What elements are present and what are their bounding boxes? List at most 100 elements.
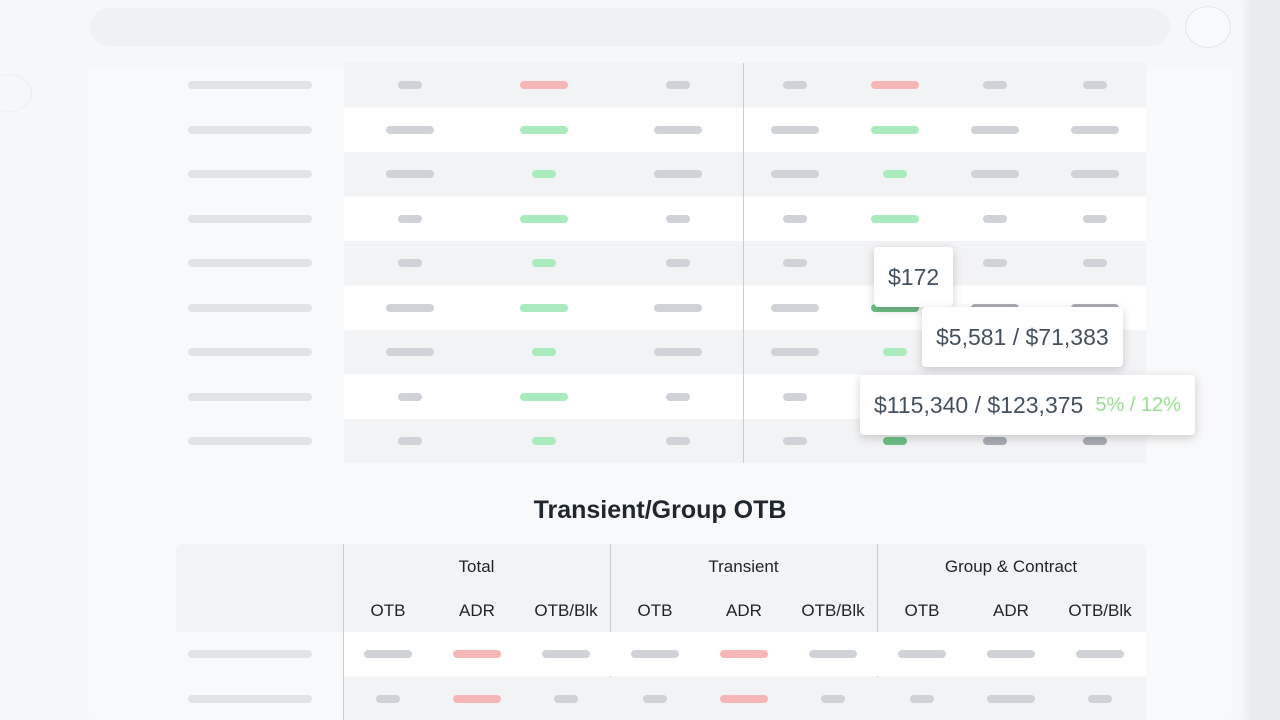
row-background — [344, 107, 1146, 152]
cell-placeholder — [720, 650, 768, 658]
cell-placeholder — [666, 214, 690, 223]
cell-placeholder — [398, 81, 422, 89]
subheader-otb-blk: OTB/Blk — [1068, 601, 1132, 620]
row-label-placeholder — [188, 259, 312, 267]
subheader-adr: ADR — [726, 601, 762, 620]
cell-placeholder — [386, 125, 434, 134]
rate-tooltip: $172 — [874, 247, 954, 307]
cell-placeholder — [520, 392, 568, 401]
subheader-otb-blk: OTB/Blk — [801, 601, 865, 620]
subheader-adr: ADR — [459, 601, 495, 620]
row-background — [344, 63, 1146, 107]
row-label-placeholder — [188, 392, 312, 401]
row-background — [344, 152, 1146, 196]
cell-placeholder — [453, 694, 501, 703]
cell-placeholder — [643, 694, 667, 703]
cell-placeholder — [532, 259, 556, 267]
table-row — [176, 152, 1146, 196]
revenue-tooltip-a-value: $5,581 / $71,383 — [936, 323, 1109, 350]
group-header-group-contract: Group & Contract — [944, 557, 1078, 576]
row-label-placeholder — [188, 437, 312, 445]
table-row — [176, 241, 1146, 285]
cell-placeholder — [376, 694, 400, 703]
cell-placeholder — [783, 437, 807, 445]
cell-placeholder — [783, 81, 807, 89]
cell-placeholder — [883, 170, 907, 178]
cell-placeholder — [398, 214, 422, 223]
cell-placeholder — [783, 392, 807, 401]
cell-placeholder — [666, 437, 690, 445]
cell-placeholder — [398, 259, 422, 267]
row-label-placeholder — [188, 81, 312, 89]
user-avatar[interactable] — [1185, 6, 1231, 48]
cell-placeholder — [654, 125, 702, 134]
row-label-placeholder — [188, 694, 312, 703]
cell-placeholder — [971, 170, 1019, 178]
cell-placeholder — [666, 392, 690, 401]
subheader-otb: OTB — [904, 601, 940, 620]
nav-toggle[interactable] — [0, 74, 32, 112]
cell-placeholder — [883, 348, 907, 356]
cell-placeholder — [987, 650, 1035, 658]
table-row — [176, 196, 1146, 241]
table-row — [176, 63, 1146, 107]
search-bar[interactable] — [90, 8, 1170, 46]
row-label-placeholder — [188, 348, 312, 356]
cell-placeholder — [783, 259, 807, 267]
cell-placeholder — [1076, 650, 1124, 658]
cell-placeholder — [783, 214, 807, 223]
rate-tooltip-value: $172 — [888, 263, 940, 290]
cell-placeholder — [1071, 170, 1119, 178]
cell-placeholder — [654, 170, 702, 178]
row-label-placeholder — [188, 170, 312, 178]
cell-placeholder — [453, 650, 501, 658]
subheader-adr: ADR — [993, 601, 1029, 620]
section-title: Transient/Group OTB — [533, 496, 787, 524]
row-label-placeholder — [188, 214, 312, 223]
cell-placeholder — [386, 348, 434, 356]
cell-placeholder — [898, 650, 946, 658]
row-label-placeholder — [188, 303, 312, 312]
cell-placeholder — [1071, 125, 1119, 134]
table-row — [176, 632, 1146, 676]
subheader-otb: OTB — [370, 601, 406, 620]
cell-placeholder — [1083, 259, 1107, 267]
cell-placeholder — [983, 214, 1007, 223]
cell-placeholder — [654, 348, 702, 356]
subheader-otb-blk: OTB/Blk — [534, 601, 598, 620]
cell-placeholder — [398, 392, 422, 401]
cell-placeholder — [1083, 81, 1107, 89]
table-row — [176, 107, 1146, 152]
cell-placeholder — [809, 650, 857, 658]
cell-placeholder — [666, 259, 690, 267]
subheader-otb: OTB — [637, 601, 673, 620]
revenue-tooltip-b-percent: 5% / 12% — [1095, 393, 1181, 416]
table-row — [176, 676, 1146, 720]
cell-placeholder — [386, 303, 434, 312]
cell-placeholder — [983, 259, 1007, 267]
otb-table — [176, 632, 1146, 720]
revenue-tooltip-b-value: $115,340 / $123,375 — [874, 391, 1084, 418]
cell-placeholder — [398, 437, 422, 445]
cell-placeholder — [771, 303, 819, 312]
cell-placeholder — [1088, 694, 1112, 703]
cell-placeholder — [883, 437, 907, 445]
revenue-tooltip-b: $115,340 / $123,375 5% / 12% — [860, 375, 1195, 435]
cell-placeholder — [983, 81, 1007, 89]
cell-placeholder — [987, 694, 1035, 703]
row-label-placeholder — [188, 125, 312, 134]
group-header-total: Total — [458, 557, 495, 576]
window-edge — [1250, 0, 1280, 720]
cell-placeholder — [542, 650, 590, 658]
cell-placeholder — [386, 170, 434, 178]
cell-placeholder — [771, 348, 819, 356]
cell-placeholder — [871, 81, 919, 89]
cell-placeholder — [520, 214, 568, 223]
row-background — [344, 196, 1146, 241]
cell-placeholder — [1083, 437, 1107, 445]
cell-placeholder — [720, 694, 768, 703]
cell-placeholder — [364, 650, 412, 658]
cell-placeholder — [910, 694, 934, 703]
cell-placeholder — [532, 348, 556, 356]
cell-placeholder — [971, 125, 1019, 134]
